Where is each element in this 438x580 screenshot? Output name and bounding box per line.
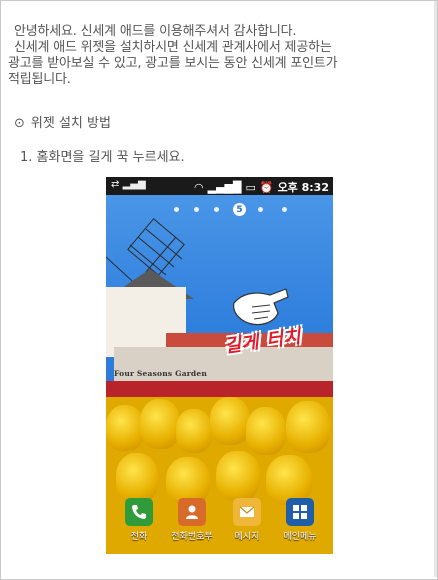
page-dot: [174, 207, 179, 212]
dock-item-messages[interactable]: 메시지: [224, 498, 270, 542]
status-time: 오후 8:32: [277, 181, 329, 194]
tulip: [140, 399, 180, 449]
intro-line-4: 적립됩니다.: [8, 72, 71, 87]
tulip: [286, 401, 330, 453]
page-indicator: 5: [106, 203, 333, 217]
status-left-icons: ⇄ ▂▄▆: [111, 179, 146, 190]
tulip: [210, 397, 250, 445]
dock-label-main-menu: 메인메뉴: [283, 532, 317, 542]
section-heading: ⊙ 위젯 설치 방법: [14, 112, 111, 131]
tulip: [176, 409, 212, 453]
dock-label-phone: 전화: [130, 532, 148, 542]
app-dock: 전화 전화번호부 메시지 메인메뉴: [106, 498, 333, 554]
battery-icon: ▭: [245, 180, 256, 194]
page-dot: [282, 207, 287, 212]
tulip: [246, 407, 286, 455]
page-dot: [258, 207, 263, 212]
page-dot: [194, 207, 199, 212]
usb-icon: ⇄: [111, 179, 120, 190]
status-bar: ⇄ ▂▄▆ ◠ ▂▄▆█ ▭ ⏰ 오후 8:32: [106, 177, 333, 195]
intro-line-2: 신세계 애드 위젯을 설치하시면 신세계 관계사에서 제공하는: [14, 40, 332, 55]
page-dot: [214, 207, 219, 212]
tulip: [106, 405, 144, 451]
dock-item-contacts[interactable]: 전화번호부: [169, 498, 215, 542]
alarm-icon: ⏰: [259, 180, 274, 194]
contacts-icon: [178, 498, 206, 526]
step-1: 1. 홈화면을 길게 꾹 누르세요.: [20, 150, 185, 165]
wifi-icon: ◠: [194, 180, 204, 194]
message-icon: [233, 498, 261, 526]
apps-icon: [286, 498, 314, 526]
phone-icon: [125, 498, 153, 526]
signal-bars-icon: ▂▄▆: [122, 179, 146, 190]
dock-label-contacts: 전화번호부: [171, 532, 213, 542]
section-title: 위젯 설치 방법: [30, 116, 111, 131]
scrollbar[interactable]: [434, 1, 437, 577]
signal-icon: ▂▄▆█: [207, 180, 242, 194]
tulip: [116, 453, 158, 503]
dock-item-main-menu[interactable]: 메인메뉴: [277, 498, 323, 542]
section-bullet-icon: ⊙: [14, 116, 25, 131]
intro-line-1: 안녕하세요. 신세계 애드를 이용해주셔서 감사합니다.: [14, 24, 297, 39]
phone-screenshot: ⇄ ▂▄▆ ◠ ▂▄▆█ ▭ ⏰ 오후 8:32 5 Four Seasons …: [106, 177, 333, 554]
pointing-hand-icon: [233, 288, 289, 326]
tulip: [216, 451, 260, 501]
page-dot-active: 5: [233, 203, 246, 216]
dock-label-messages: 메시지: [234, 532, 260, 542]
garden-sign: Four Seasons Garden: [114, 369, 207, 378]
intro-text: 안녕하세요. 신세계 애드를 이용해주셔서 감사합니다. 신세계 애드 위젯을 …: [8, 24, 428, 88]
status-right-icons: ◠ ▂▄▆█ ▭ ⏰ 오후 8:32: [194, 179, 329, 195]
dock-item-phone[interactable]: 전화: [116, 498, 162, 542]
intro-line-3: 광고를 받아보실 수 있고, 광고를 보시는 동안 신세계 포인트가: [8, 56, 338, 71]
